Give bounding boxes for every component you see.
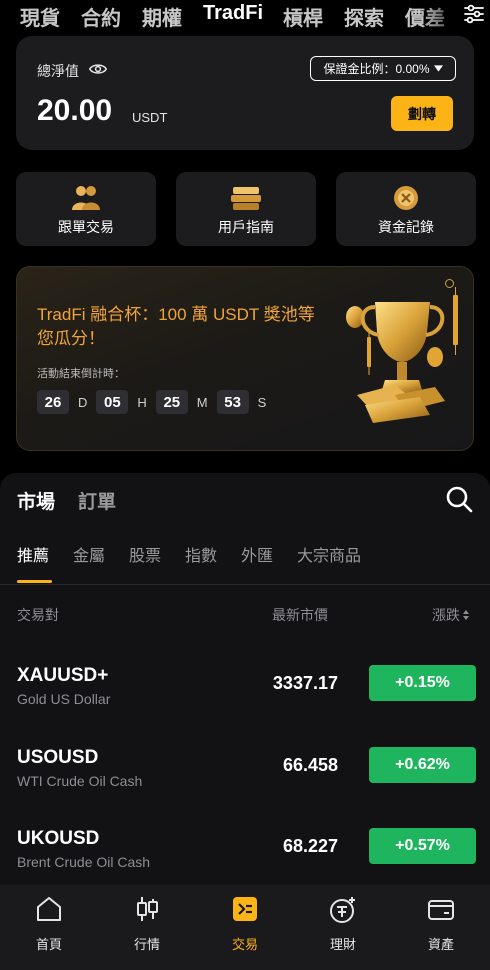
tab-options[interactable]: 期權 (142, 2, 182, 31)
trophy-icon (346, 287, 458, 423)
row-symbol: UKOUSD (17, 828, 100, 849)
tab-explore[interactable]: 探索 (344, 2, 384, 31)
copy-trade-icon (72, 186, 100, 210)
copy-trade-label: 跟單交易 (58, 219, 114, 235)
countdown-days-unit: D (78, 394, 88, 410)
nav-markets[interactable]: 行情 (98, 885, 196, 970)
countdown-timer: 26 D 05 H 25 M 53 S (37, 390, 275, 414)
nav-earn[interactable]: 理財 (294, 885, 392, 970)
category-stocks[interactable]: 股票 (129, 542, 161, 566)
search-icon[interactable] (445, 485, 473, 513)
header-pair: 交易對 (17, 607, 59, 623)
trade-icon (233, 897, 257, 921)
copy-trade-button[interactable]: 跟單交易 (16, 172, 156, 246)
countdown-hours-unit: H (137, 394, 147, 410)
market-panel: 市場 訂單 推薦 金屬 股票 指數 外匯 大宗商品 交易對 最新市價 漲跌 XA… (0, 473, 490, 885)
eye-icon[interactable] (89, 61, 107, 77)
nav-assets-label: 資產 (427, 937, 454, 952)
header-change[interactable]: 漲跌 (432, 605, 469, 625)
margin-ratio-dropdown[interactable]: 保證金比例：0.00% (310, 56, 456, 81)
tab-margin[interactable]: 槓桿 (283, 2, 323, 31)
active-category-indicator (17, 580, 52, 583)
tab-futures[interactable]: 合約 (81, 2, 121, 31)
net-value-amount: 20.00 (37, 94, 113, 127)
category-divider (0, 584, 490, 585)
tab-market[interactable]: 市場 (17, 487, 55, 514)
countdown-seconds-unit: S (257, 394, 267, 410)
wallet-icon (428, 900, 454, 920)
guide-icon (231, 187, 261, 210)
row-description: Brent Crude Oil Cash (17, 854, 151, 870)
promo-title: TradFi 融合杯：100 萬 USDT 獎池等您瓜分！ (37, 305, 315, 348)
tab-orders[interactable]: 訂單 (78, 487, 116, 514)
countdown-label: 活動結束倒計時： (37, 368, 125, 380)
row-description: Gold US Dollar (17, 691, 111, 707)
market-row-usousd[interactable]: USOUSD WTI Crude Oil Cash 66.458 +0.62% (0, 743, 490, 807)
countdown-minutes: 25 (155, 390, 188, 414)
category-metals[interactable]: 金屬 (73, 542, 105, 566)
row-price: 3337.17 (272, 673, 338, 693)
row-change-badge[interactable]: +0.62% (369, 747, 476, 783)
row-change-badge[interactable]: +0.15% (369, 665, 476, 701)
sort-icon (463, 610, 469, 620)
header-price: 最新市價 (272, 607, 328, 623)
countdown-days: 26 (37, 390, 69, 414)
triangle-down-icon (433, 65, 443, 72)
category-commodities[interactable]: 大宗商品 (297, 542, 361, 566)
settings-sliders-icon[interactable] (462, 2, 486, 26)
countdown-minutes-unit: M (196, 394, 208, 410)
row-symbol: USOUSD (17, 747, 99, 768)
row-price: 66.458 (282, 755, 338, 775)
candlestick-icon (137, 897, 158, 921)
bottom-nav: 首頁 行情 交易 理財 資產 (0, 885, 490, 970)
user-guide-label: 用戶指南 (218, 219, 274, 235)
countdown-seconds: 53 (216, 390, 249, 414)
nav-trade[interactable]: 交易 (196, 885, 294, 970)
countdown-hours: 05 (96, 390, 129, 414)
funds-record-button[interactable]: 資金記錄 (336, 172, 476, 246)
net-value-label: 總淨值 (37, 63, 79, 79)
nav-earn-label: 理財 (329, 937, 356, 952)
category-recommended[interactable]: 推薦 (17, 542, 49, 566)
tab-tradfi[interactable]: TradFi (203, 2, 263, 25)
top-nav: 現貨 合約 期權 TradFi 槓桿 探索 價差 (0, 0, 490, 30)
nav-trade-label: 交易 (231, 937, 258, 952)
category-indices[interactable]: 指數 (185, 542, 217, 566)
margin-ratio-text: 保證金比例：0.00% (323, 62, 430, 76)
funds-record-label: 資金記錄 (378, 219, 434, 235)
home-icon (37, 897, 61, 921)
nav-assets[interactable]: 資產 (392, 885, 490, 970)
transfer-button[interactable]: 劃轉 (391, 96, 453, 131)
row-description: WTI Crude Oil Cash (17, 773, 143, 789)
earn-icon (330, 897, 355, 923)
nav-home[interactable]: 首頁 (0, 885, 98, 970)
tab-spot[interactable]: 現貨 (20, 2, 60, 31)
net-value-unit: USDT (132, 110, 168, 125)
header-change-label: 漲跌 (432, 607, 460, 623)
funds-record-icon (394, 186, 418, 210)
market-row-xauusd[interactable]: XAUUSD+ Gold US Dollar 3337.17 +0.15% (0, 661, 490, 725)
category-forex[interactable]: 外匯 (241, 542, 273, 566)
promo-banner[interactable]: TradFi 融合杯：100 萬 USDT 獎池等您瓜分！ 活動結束倒計時： 2… (16, 266, 474, 451)
row-symbol: XAUUSD+ (17, 665, 109, 686)
nav-home-label: 首頁 (35, 937, 62, 952)
row-change-badge[interactable]: +0.57% (369, 828, 476, 864)
nav-markets-label: 行情 (133, 937, 160, 952)
market-row-ukousd[interactable]: UKOUSD Brent Crude Oil Cash 68.227 +0.57… (0, 824, 490, 888)
balance-card: 總淨值 保證金比例：0.00% 20.00 USDT 劃轉 (16, 36, 474, 150)
user-guide-button[interactable]: 用戶指南 (176, 172, 316, 246)
row-price: 68.227 (282, 836, 338, 856)
